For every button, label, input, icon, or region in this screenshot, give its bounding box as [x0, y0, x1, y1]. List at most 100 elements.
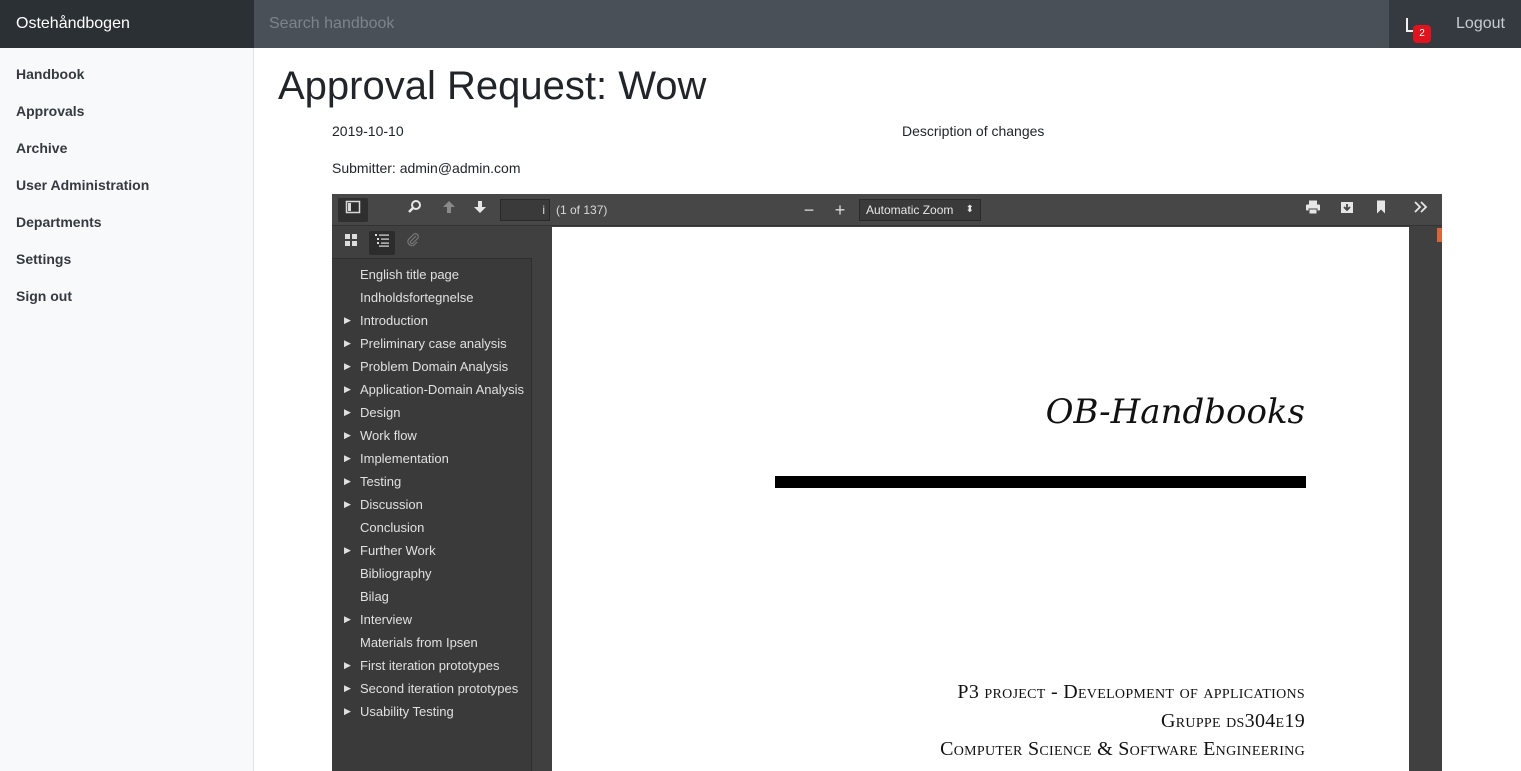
outline-item[interactable]: ▶ First iteration prototypes [332, 654, 532, 677]
zoom-select[interactable]: Automatic Zoom ⬍ [859, 199, 981, 221]
thumbnails-icon[interactable] [338, 231, 364, 255]
outline-item[interactable]: ▶ Work flow [332, 424, 532, 447]
submitter-text: Submitter: admin@admin.com [332, 160, 521, 176]
logout-button[interactable]: Logout [1440, 0, 1521, 48]
expand-arrow-icon[interactable]: ▶ [344, 608, 351, 631]
expand-arrow-icon[interactable]: ▶ [344, 447, 351, 470]
outline-item-label: Testing [360, 474, 402, 489]
outline-item[interactable]: Conclusion [332, 516, 532, 539]
outline-item-label: Materials from Ipsen [360, 635, 478, 650]
outline-item[interactable]: ▶ Problem Domain Analysis [332, 355, 532, 378]
outline-item-label: Preliminary case analysis [360, 336, 507, 351]
description-label: Description of changes [902, 123, 1045, 139]
expand-arrow-icon[interactable]: ▶ [344, 470, 351, 493]
outline-item[interactable]: Bilag [332, 585, 532, 608]
notification-badge: 2 [1413, 25, 1431, 43]
page-count: (1 of 137) [556, 203, 608, 217]
outline-item-label: Problem Domain Analysis [360, 359, 509, 374]
page-number-input[interactable] [500, 199, 550, 221]
outline-item-label: First iteration prototypes [360, 658, 500, 673]
search-input[interactable] [254, 0, 1389, 48]
outline-item-label: Bilag [360, 589, 389, 604]
expand-arrow-icon[interactable]: ▶ [344, 401, 351, 424]
pdf-sidebar: English title page Indholdsfortegnelse ▶ In… [332, 227, 532, 771]
expand-arrow-icon[interactable]: ▶ [344, 332, 351, 355]
pdf-page-line-3: Computer Science & Software Engineering [940, 738, 1305, 760]
outline-item[interactable]: English title page [332, 263, 532, 286]
sidebar: Handbook Approvals Archive User Administ… [0, 48, 254, 771]
expand-arrow-icon[interactable]: ▶ [344, 700, 351, 723]
sidebar-item-archive[interactable]: Archive [0, 130, 253, 167]
previous-page-icon[interactable] [436, 198, 462, 222]
document-outline: English title page Indholdsfortegnelse ▶ In… [332, 263, 532, 723]
outline-item-label: Usability Testing [360, 704, 454, 719]
outline-item[interactable]: ▶ Implementation [332, 447, 532, 470]
expand-arrow-icon[interactable]: ▶ [344, 355, 351, 378]
outline-item[interactable]: Bibliography [332, 562, 532, 585]
pdf-title-rule [775, 476, 1306, 488]
sidebar-item-departments[interactable]: Departments [0, 204, 253, 241]
outline-item-label: Implementation [360, 451, 449, 466]
next-page-icon[interactable] [467, 198, 493, 222]
scroll-position-marker[interactable] [1437, 228, 1442, 242]
outline-item-label: Conclusion [360, 520, 425, 535]
sidebar-item-settings[interactable]: Settings [0, 241, 253, 278]
outline-item[interactable]: ▶ Usability Testing [332, 700, 532, 723]
outline-item[interactable]: ▶ Introduction [332, 309, 532, 332]
notifications-button[interactable]: 2 [1403, 15, 1433, 45]
sidebar-toggle-icon[interactable] [338, 198, 368, 222]
attachments-icon[interactable] [400, 231, 426, 255]
sidebar-item-user-administration[interactable]: User Administration [0, 167, 253, 204]
pdf-page-line-1: P3 project - Development of applications [957, 681, 1305, 703]
sidebar-item-sign-out[interactable]: Sign out [0, 278, 253, 315]
page-title: Approval Request: Wow [278, 64, 707, 108]
pdf-page-area[interactable]: OB-Handbooks P3 project - Development of… [532, 227, 1410, 771]
expand-arrow-icon[interactable]: ▶ [344, 378, 351, 401]
top-navbar: Ostehåndbogen 2 Logout [0, 0, 1521, 48]
sidebar-item-handbook[interactable]: Handbook [0, 56, 253, 93]
outline-item[interactable]: ▶ Design [332, 401, 532, 424]
pdf-sidebar-tabs [332, 227, 532, 259]
zoom-out-icon[interactable]: − [797, 198, 821, 222]
expand-arrow-icon[interactable]: ▶ [344, 493, 351, 516]
outline-item-label: Bibliography [360, 566, 432, 581]
expand-arrow-icon[interactable]: ▶ [344, 677, 351, 700]
pdf-toolbar: (1 of 137) − + Automatic Zoom ⬍ [332, 194, 1442, 226]
pdf-page: OB-Handbooks P3 project - Development of… [552, 227, 1409, 771]
bookmark-icon[interactable] [1368, 198, 1394, 222]
expand-arrow-icon[interactable]: ▶ [344, 654, 351, 677]
search-icon[interactable] [402, 198, 428, 222]
main-content: Approval Request: Wow 2019-10-10 Descrip… [254, 48, 1521, 771]
tools-menu-icon[interactable] [1408, 198, 1434, 222]
sidebar-item-approvals[interactable]: Approvals [0, 93, 253, 130]
download-icon[interactable] [1334, 198, 1360, 222]
outline-item[interactable]: ▶ Second iteration prototypes [332, 677, 532, 700]
outline-item-label: Indholdsfortegnelse [360, 290, 474, 305]
pdf-scrollbar[interactable] [1410, 227, 1442, 771]
expand-arrow-icon[interactable]: ▶ [344, 539, 351, 562]
outline-item[interactable]: ▶ Interview [332, 608, 532, 631]
print-icon[interactable] [1300, 198, 1326, 222]
outline-item-label: Further Work [360, 543, 436, 558]
select-caret-icon: ⬍ [965, 204, 974, 215]
outline-item[interactable]: ▶ Preliminary case analysis [332, 332, 532, 355]
outline-item-label: Second iteration prototypes [360, 681, 519, 696]
outline-item-label: Application-Domain Analysis [360, 382, 525, 397]
pdf-viewer: (1 of 137) − + Automatic Zoom ⬍ [332, 194, 1442, 771]
outline-icon[interactable] [369, 231, 395, 255]
expand-arrow-icon[interactable]: ▶ [344, 309, 351, 332]
outline-item[interactable]: ▶ Testing [332, 470, 532, 493]
outline-item[interactable]: ▶ Further Work [332, 539, 532, 562]
outline-item[interactable]: Materials from Ipsen [332, 631, 532, 654]
outline-item[interactable]: ▶ Application-Domain Analysis [332, 378, 532, 401]
pdf-page-line-2: Gruppe ds304e19 [1161, 710, 1305, 732]
outline-item-label: Work flow [360, 428, 417, 443]
request-date: 2019-10-10 [332, 123, 404, 139]
expand-arrow-icon[interactable]: ▶ [344, 424, 351, 447]
brand-name[interactable]: Ostehåndbogen [0, 0, 254, 48]
outline-item-label: Discussion [360, 497, 423, 512]
zoom-in-icon[interactable]: + [828, 198, 852, 222]
outline-item[interactable]: Indholdsfortegnelse [332, 286, 532, 309]
outline-item[interactable]: ▶ Discussion [332, 493, 532, 516]
outline-item-label: Design [360, 405, 401, 420]
